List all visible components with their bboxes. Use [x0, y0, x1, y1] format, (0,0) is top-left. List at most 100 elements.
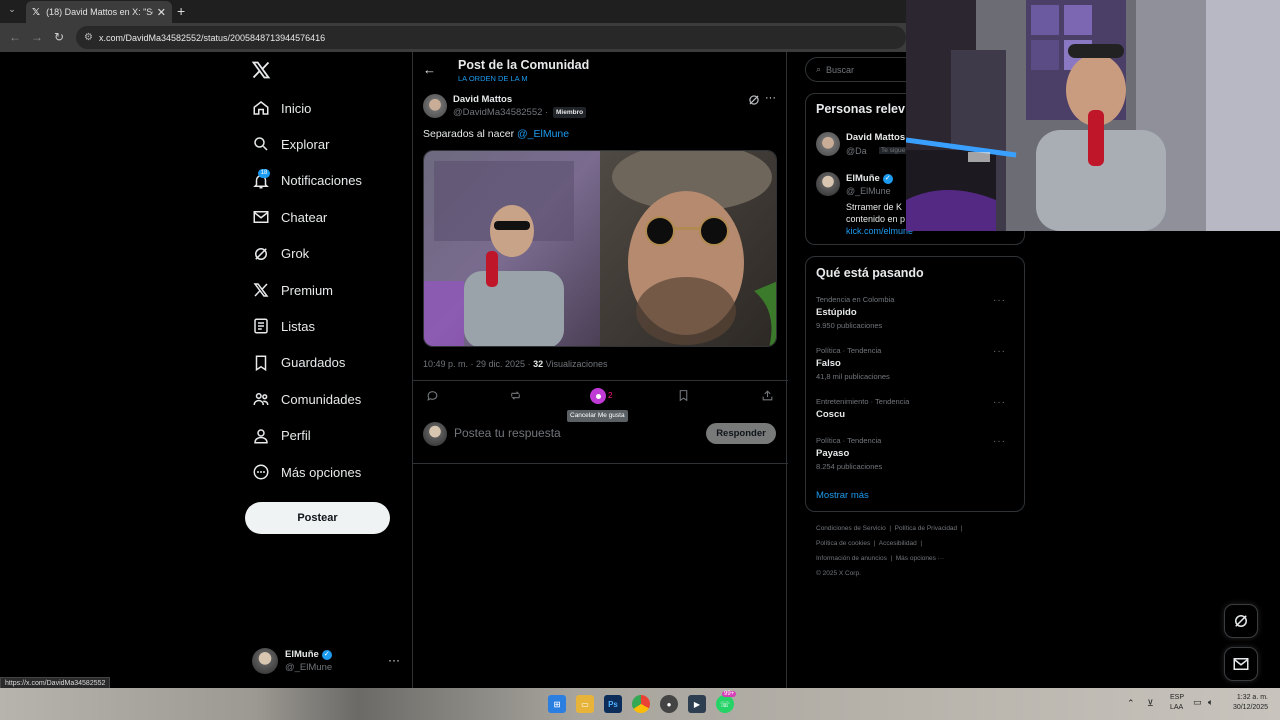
network-icon[interactable]: ▭	[1193, 697, 1202, 708]
avatar[interactable]	[816, 132, 840, 156]
chrome-icon[interactable]	[632, 695, 650, 713]
trend-more-dots-icon[interactable]: ···	[993, 295, 1006, 306]
author-handle[interactable]: @DavidMa34582552 ·	[453, 107, 548, 118]
x-logo-icon[interactable]	[251, 60, 271, 85]
clock-date[interactable]: 30/12/2025	[1228, 704, 1268, 711]
tray-chevron-icon[interactable]: ⌃	[1127, 698, 1135, 709]
usb-icon[interactable]: ⊻	[1147, 698, 1154, 709]
person-handle[interactable]: @_ElMune	[846, 186, 891, 196]
trend-item[interactable]: Tendencia en Colombia Estúpido 9.950 publi…	[816, 295, 1016, 330]
author-avatar[interactable]	[423, 94, 447, 118]
footer-link[interactable]: Política de cookies	[816, 540, 870, 547]
new-tab-icon[interactable]: +	[177, 3, 185, 19]
trend-category: Política · Tendencia	[816, 346, 882, 355]
footer-link[interactable]: Información de anuncios	[816, 555, 887, 562]
search-placeholder: Buscar	[826, 64, 855, 75]
show-more-link[interactable]: Mostrar más	[816, 490, 869, 501]
site-settings-icon[interactable]: ⚙	[84, 32, 93, 43]
grok-icon	[250, 243, 272, 265]
grok-icon	[1235, 615, 1247, 627]
close-tab-icon[interactable]: ✕	[157, 6, 166, 19]
trends-card: Qué está pasando Tendencia en Colombia Es…	[805, 256, 1025, 512]
reload-icon[interactable]: ↻	[54, 30, 64, 44]
trend-name: Payaso	[816, 448, 850, 459]
language-top[interactable]: ESP	[1170, 694, 1184, 701]
tab-list-chevron-icon[interactable]: ⌄	[4, 4, 20, 18]
avatar[interactable]	[816, 172, 840, 196]
file-explorer-icon[interactable]: ▭	[576, 695, 594, 713]
footer-link[interactable]: Condiciones de Servicio	[816, 525, 886, 532]
post-meta: 10:49 p. m. · 29 dic. 2025 · 32 Visualiz…	[423, 359, 607, 369]
windows-start-icon[interactable]: ⊞	[548, 695, 566, 713]
forward-arrow-icon[interactable]: →	[31, 30, 43, 44]
account-name: ElMuñe	[285, 649, 319, 660]
trend-item[interactable]: Política · Tendencia Falso 41,8 mil public…	[816, 346, 1016, 381]
nav-item-premium[interactable]: Premium	[250, 276, 333, 304]
divider	[413, 380, 788, 381]
trend-item[interactable]: Entretenimiento · Tendencia Coscu ···	[816, 397, 1016, 420]
post-more-dots-icon[interactable]: ···	[765, 92, 776, 104]
nav-item-inicio[interactable]: Inicio	[250, 94, 311, 122]
share-icon[interactable]	[761, 389, 774, 407]
back-arrow-icon[interactable]: ←	[423, 62, 436, 77]
nav-item-guardados[interactable]: Guardados	[250, 349, 345, 377]
messages-float-button[interactable]	[1224, 647, 1258, 681]
nav-item-explorar[interactable]: Explorar	[250, 130, 329, 158]
person-handle[interactable]: @Da	[846, 146, 867, 156]
author-name[interactable]: David Mattos	[453, 94, 512, 105]
browser-tab[interactable]: 𝕏 (18) David Mattos en X: "Separa ✕	[26, 1, 172, 23]
webcam-overlay	[906, 0, 1280, 231]
more-dots-icon[interactable]: ···	[388, 653, 400, 667]
trend-more-dots-icon[interactable]: ···	[993, 397, 1006, 408]
person-name[interactable]: ElMuñe	[846, 173, 880, 184]
nav-item-más-opciones[interactable]: Más opciones	[250, 458, 361, 486]
nav-item-label: Explorar	[281, 136, 330, 152]
nav-item-comunidades[interactable]: Comunidades	[250, 385, 361, 413]
back-arrow-icon[interactable]: ←	[9, 30, 21, 44]
nav-item-listas[interactable]: Listas	[250, 312, 315, 340]
nav-item-perfil[interactable]: Perfil	[250, 422, 311, 450]
post-text-body: Separados al nacer	[423, 128, 515, 140]
nav-item-chatear[interactable]: Chatear	[250, 203, 327, 231]
account-switcher[interactable]: ElMuñe ✓ @_ElMune ···	[252, 645, 402, 677]
clock-time[interactable]: 1:32 a. m.	[1230, 694, 1268, 701]
photoshop-icon[interactable]: Ps	[604, 695, 622, 713]
footer-link[interactable]: Accesibilidad	[879, 540, 917, 547]
trend-item[interactable]: Política · Tendencia Payaso 8.254 publicac…	[816, 436, 1016, 471]
repost-icon[interactable]	[509, 389, 522, 407]
x-logo-icon	[250, 279, 272, 301]
reply-button[interactable]: Responder	[706, 423, 776, 444]
nav-item-grok[interactable]: Grok	[250, 240, 309, 268]
footer-link[interactable]: Política de Privacidad	[895, 525, 958, 532]
nav-item-label: Guardados	[281, 355, 346, 371]
grok-icon[interactable]	[747, 93, 761, 112]
account-handle: @_ElMune	[285, 662, 333, 673]
person-name[interactable]: David Mattos	[846, 132, 905, 143]
grok-float-button[interactable]	[1224, 604, 1258, 638]
obs-icon[interactable]: ●	[660, 695, 678, 713]
people-icon	[250, 388, 272, 410]
bookmark-icon[interactable]	[677, 389, 690, 407]
person-icon	[250, 425, 272, 447]
reply-input[interactable]: Postea tu respuesta	[454, 426, 561, 440]
whatsapp-icon[interactable]: ☏	[716, 695, 734, 713]
post-button[interactable]: Postear	[245, 502, 390, 534]
person-link[interactable]: kick.com/elmune	[846, 226, 913, 236]
trend-more-dots-icon[interactable]: ···	[993, 346, 1006, 357]
nav-item-label: Listas	[281, 318, 315, 334]
reply-icon[interactable]	[426, 389, 439, 407]
person-bio: Strramer de K	[846, 202, 903, 212]
community-link[interactable]: LA ORDEN DE LA M	[458, 74, 528, 83]
trend-name: Estúpido	[816, 307, 857, 318]
language-bottom[interactable]: LAA	[1170, 704, 1183, 711]
terminal-app-icon[interactable]: ▶	[688, 695, 706, 713]
trend-more-dots-icon[interactable]: ···	[993, 436, 1006, 447]
post-photo-collage	[424, 151, 776, 346]
address-bar[interactable]: ⚙ x.com/DavidMa34582552/status/200584871…	[76, 26, 906, 49]
footer-link[interactable]: Más opciones ···	[896, 555, 944, 562]
volume-icon[interactable]: 🔈︎	[1208, 697, 1213, 708]
mention-link[interactable]: @_ElMune	[517, 128, 569, 140]
like-heart-icon[interactable]	[590, 388, 606, 404]
post-image[interactable]	[423, 150, 777, 347]
mail-icon	[250, 206, 272, 228]
